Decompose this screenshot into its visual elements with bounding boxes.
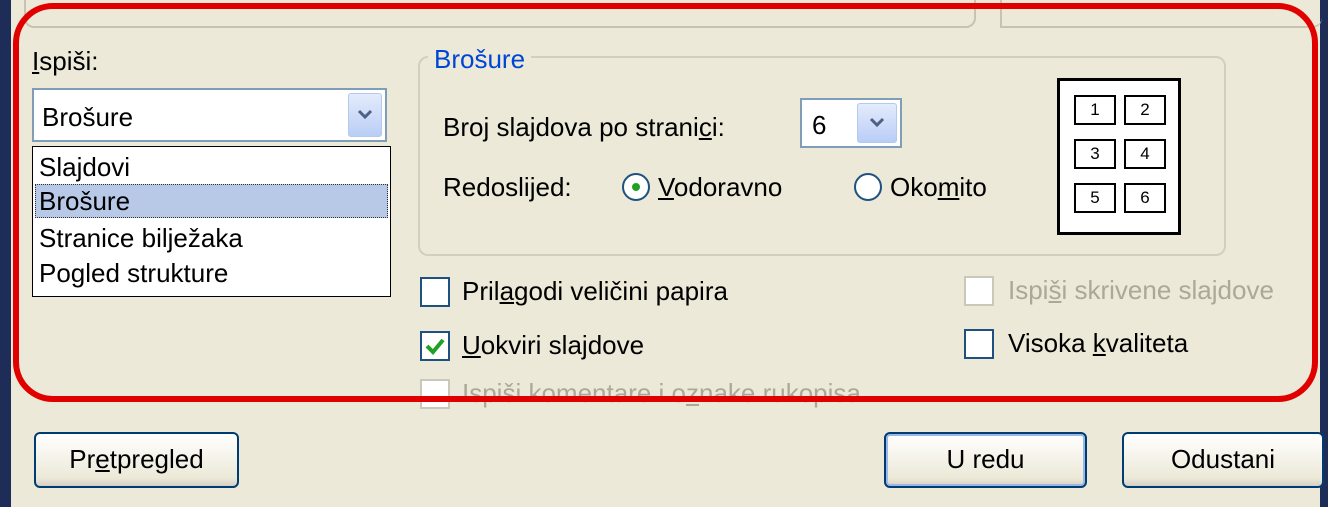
print-hidden-slides-label: Ispiši skrivene slajdove (1008, 275, 1274, 305)
preview-slide-4: 4 (1124, 139, 1166, 169)
preview-slide-3: 3 (1074, 139, 1116, 169)
print-comments-checkbox[interactable] (420, 379, 450, 409)
slides-per-page-label: Broj slajdova po stranici: (443, 112, 725, 142)
dropdown-button[interactable] (857, 103, 897, 143)
ok-button[interactable]: U redu (884, 432, 1087, 488)
upper-groupbox-edge (24, 0, 976, 28)
frame-slides-checkbox[interactable] (420, 331, 450, 361)
list-item-slides[interactable]: Slajdovi (35, 150, 388, 184)
print-what-label: Ispiši: (32, 46, 99, 76)
print-what-dropdown[interactable]: Brošure (32, 88, 387, 142)
print-comments-label: Ispiši komentare i oznake rukopisa (462, 378, 861, 408)
vertical-radio[interactable] (854, 173, 882, 201)
high-quality-label[interactable]: Visoka kvaliteta (1008, 328, 1188, 359)
window-frame-right (1320, 0, 1328, 507)
list-item-handouts[interactable]: Brošure (35, 184, 388, 218)
preview-slide-1: 1 (1074, 95, 1116, 125)
print-what-selected: Brošure (42, 102, 134, 132)
cancel-button[interactable]: Odustani (1122, 432, 1324, 488)
dropdown-button[interactable] (348, 93, 382, 137)
window-frame-left (0, 0, 11, 507)
scale-to-fit-label[interactable]: Prilagodi veličini papira (462, 276, 728, 307)
preview-slide-2: 2 (1124, 95, 1166, 125)
slides-per-page-value: 6 (812, 110, 827, 140)
frame-slides-label[interactable]: Uokviri slajdove (462, 330, 644, 361)
handouts-group-title: Brošure (428, 44, 532, 75)
chevron-down-icon (357, 109, 373, 120)
list-item-notes-pages[interactable]: Stranice bilježaka (35, 221, 388, 255)
chevron-down-icon (869, 117, 885, 128)
horizontal-radio[interactable] (622, 173, 650, 201)
print-hidden-slides-checkbox[interactable] (964, 276, 994, 306)
checkmark-icon (425, 338, 445, 355)
radio-dot (632, 183, 640, 191)
vertical-label[interactable]: Okomito (890, 172, 987, 203)
print-what-list[interactable]: Slajdovi Brošure Stranice bilježaka Pogl… (32, 146, 391, 297)
list-item-outline-view[interactable]: Pogled strukture (35, 256, 388, 290)
preview-button[interactable]: Pretpregled (34, 432, 239, 488)
horizontal-label[interactable]: Vodoravno (658, 172, 782, 203)
handout-layout-preview: 1 2 3 4 5 6 (1057, 78, 1181, 235)
slides-per-page-dropdown[interactable]: 6 (800, 98, 902, 148)
high-quality-checkbox[interactable] (964, 329, 994, 359)
preview-slide-6: 6 (1124, 183, 1166, 213)
upper-groupbox-edge-right (1000, 0, 1322, 28)
scale-to-fit-checkbox[interactable] (420, 277, 450, 307)
order-label: Redoslijed: (443, 172, 572, 202)
preview-slide-5: 5 (1074, 183, 1116, 213)
